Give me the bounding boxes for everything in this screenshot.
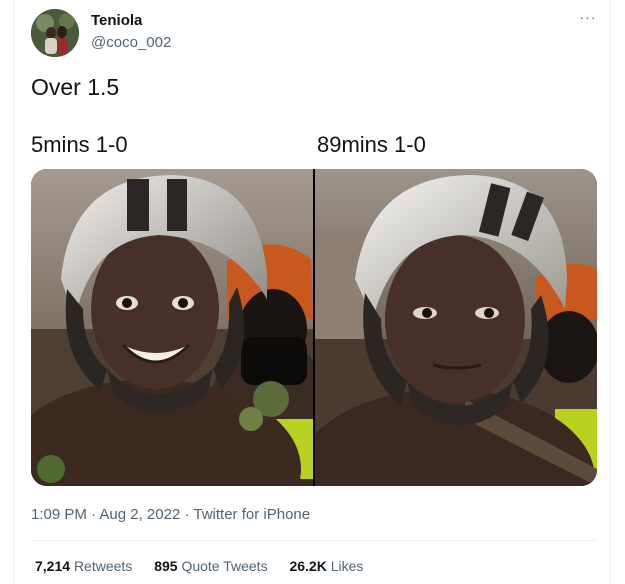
- likes-count: 26.2K: [289, 558, 327, 574]
- avatar-image: [31, 9, 79, 57]
- retweets-label: Retweets: [73, 558, 133, 574]
- quote-tweets-stat[interactable]: 895 Quote Tweets: [154, 558, 271, 574]
- tweet-metadata: 1:09 PM · Aug 2, 2022 · Twitter for iPho…: [31, 506, 310, 523]
- caption-left: 5mins 1-0: [31, 132, 128, 157]
- caption-right: 89mins 1-0: [317, 132, 426, 157]
- likes-label: Likes: [330, 558, 364, 574]
- tweet-date[interactable]: Aug 2, 2022: [99, 506, 180, 523]
- tweet-time[interactable]: 1:09 PM: [31, 506, 87, 523]
- photo-smiling-rider: [31, 169, 313, 486]
- retweets-count: 7,214: [35, 558, 71, 574]
- more-options-icon[interactable]: ···: [578, 10, 598, 30]
- quotes-count: 895: [154, 558, 178, 574]
- avatar[interactable]: [31, 9, 79, 57]
- quotes-label: Quote Tweets: [181, 558, 268, 574]
- engagement-stats: 7,214 Retweets 895 Quote Tweets 26.2K Li…: [35, 558, 381, 574]
- likes-stat[interactable]: 26.2K Likes: [289, 558, 363, 574]
- tweet-media: 5mins 1-0 89mins 1-0: [31, 126, 597, 486]
- meta-separator-2: ·: [184, 506, 190, 523]
- retweets-stat[interactable]: 7,214 Retweets: [35, 558, 136, 574]
- meta-separator: ·: [91, 506, 97, 523]
- author-handle[interactable]: @coco_002: [91, 34, 171, 51]
- divider: [31, 540, 597, 541]
- tweet-text: Over 1.5: [31, 74, 120, 100]
- author-name[interactable]: Teniola: [91, 12, 142, 29]
- tweet-source[interactable]: Twitter for iPhone: [193, 506, 310, 523]
- photo-serious-rider: [315, 169, 597, 486]
- media-image[interactable]: [31, 169, 597, 486]
